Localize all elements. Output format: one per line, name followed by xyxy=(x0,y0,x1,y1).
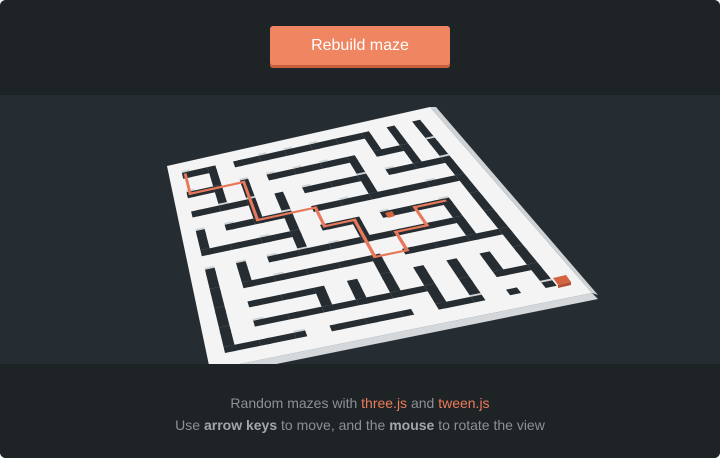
header-bar: Rebuild maze xyxy=(0,0,720,95)
instructions-suffix: to rotate the view xyxy=(438,417,545,433)
credits-line: Random mazes with three.js and tween.js xyxy=(0,392,720,414)
mouse-label: mouse xyxy=(389,417,435,433)
app-window: Rebuild maze Random mazes with three.js … xyxy=(0,0,720,458)
footer: Random mazes with three.js and tween.js … xyxy=(0,364,720,458)
maze-viewport[interactable] xyxy=(0,95,720,364)
credits-joiner: and xyxy=(410,395,435,411)
credits-prefix: Random mazes with xyxy=(230,395,358,411)
instructions-line: Use arrow keys to move, and the mouse to… xyxy=(0,414,720,436)
threejs-link[interactable]: three.js xyxy=(361,395,407,411)
maze-3d-view[interactable] xyxy=(0,95,720,364)
instructions-middle: to move, and the xyxy=(281,417,386,433)
arrow-keys-label: arrow keys xyxy=(203,417,278,433)
rebuild-maze-button[interactable]: Rebuild maze xyxy=(270,26,450,68)
instructions-prefix: Use xyxy=(175,417,201,433)
tweenjs-link[interactable]: tween.js xyxy=(438,395,489,411)
